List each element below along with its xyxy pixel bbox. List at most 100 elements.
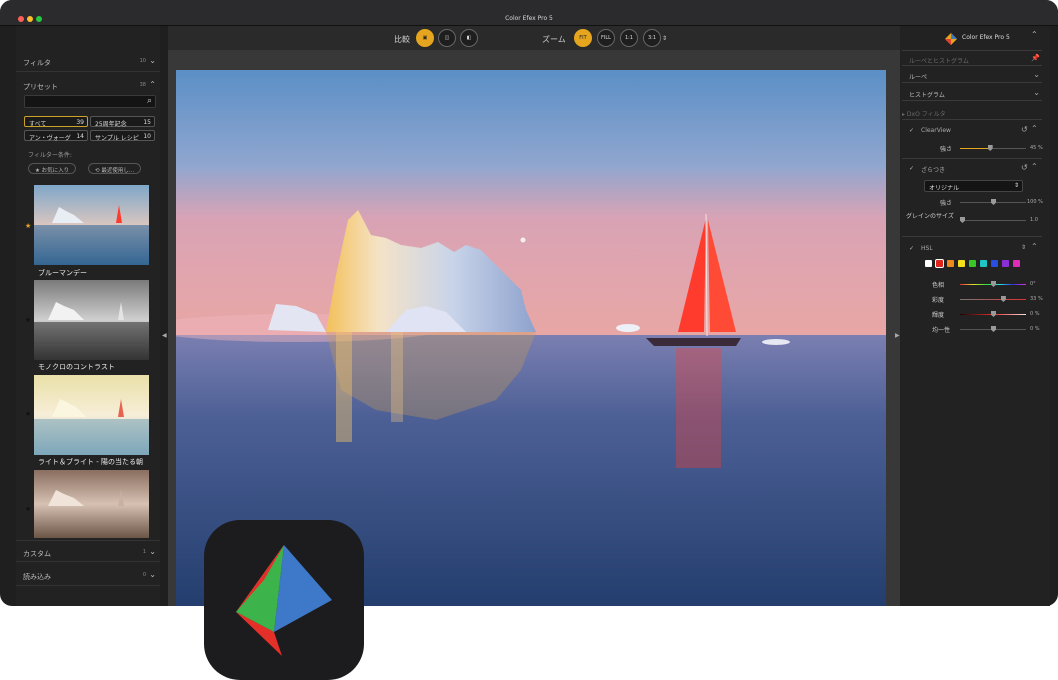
compare-single-button[interactable]: ▣ — [416, 29, 434, 47]
divider — [902, 158, 1042, 159]
grain-strength-label: 強さ — [940, 200, 953, 207]
grain-strength-slider[interactable] — [960, 199, 1026, 205]
category-25th[interactable]: 25周年記念 15 — [90, 116, 155, 128]
compare-label: 比較 — [394, 35, 410, 44]
preset-thumbnail[interactable] — [34, 185, 149, 265]
loupe-row[interactable]: ルーペ ⌄ — [902, 67, 1042, 83]
collapse-panel-icon[interactable]: ⌃ — [1031, 30, 1038, 39]
select-arrows-icon: ⇕ — [1013, 182, 1019, 189]
favorites-filter-button[interactable]: ★ お気に入り — [28, 163, 77, 174]
window-title: Color Efex Pro 5 — [505, 15, 553, 22]
histogram-row[interactable]: ヒストグラム ⌄ — [902, 85, 1042, 101]
loupe-histogram-label: ルーペとヒストグラム — [909, 58, 969, 65]
chevron-down-icon: ⌄ — [149, 570, 156, 579]
category-count: 14 — [76, 133, 84, 140]
zoom-stepper-icon[interactable]: ⇕ — [662, 35, 667, 42]
grain-toggle-checkbox[interactable]: ✓ — [909, 165, 914, 172]
hsl-toggle-checkbox[interactable]: ✓ — [909, 245, 914, 252]
preset-thumbnail[interactable] — [34, 470, 149, 538]
hsl-row-slider[interactable] — [960, 296, 1026, 302]
hsl-swatch[interactable] — [1002, 260, 1009, 267]
reset-icon[interactable]: ↺ — [1021, 163, 1028, 172]
hsl-row-slider[interactable] — [960, 311, 1026, 317]
compare-split-button[interactable]: ◫ — [438, 29, 456, 47]
collapse-left-panel-icon[interactable]: ◀ — [162, 332, 167, 339]
hsl-row-slider[interactable] — [960, 281, 1026, 287]
hsl-swatch[interactable] — [969, 260, 976, 267]
hsl-row-value: 0° — [1030, 281, 1036, 287]
clearview-name: ClearView — [921, 127, 951, 134]
compare-side-button[interactable]: ◧ — [460, 29, 478, 47]
category-count: 39 — [76, 119, 84, 126]
hsl-swatch[interactable] — [958, 260, 965, 267]
category-en-vogue[interactable]: アン・ヴォーグ 14 — [24, 130, 88, 142]
chevron-down-icon: ⌄ — [149, 56, 156, 65]
hsl-row-label: 色相 — [932, 282, 945, 289]
recent-filter-button[interactable]: ⟲ 最近使用し… — [88, 163, 142, 174]
hsl-name: HSL — [921, 245, 933, 252]
category-sample-recipes[interactable]: サンプル レシピ 10 — [90, 130, 155, 142]
zoom-fill-button[interactable]: FILL — [597, 29, 615, 47]
preset-thumbnail[interactable] — [34, 280, 149, 360]
chevron-up-icon[interactable]: ⌃ — [1031, 242, 1038, 251]
custom-count: 1 — [142, 549, 146, 555]
hsl-row-value: 0 % — [1030, 311, 1040, 317]
divider — [902, 236, 1042, 237]
grain-size-label: グレインのサイズ — [906, 213, 954, 220]
grain-preset-select[interactable]: オリジナル ⇕ — [924, 180, 1023, 192]
filter-count: 10 — [139, 58, 146, 64]
hsl-swatch[interactable] — [980, 260, 987, 267]
search-icon: ⌕ — [146, 96, 152, 106]
hsl-row-label: 均一性 — [932, 327, 951, 334]
favorite-star-icon[interactable]: ★ — [25, 505, 31, 513]
loupe-histogram-row[interactable]: ルーペとヒストグラム 📌 — [902, 50, 1042, 66]
import-section-header[interactable]: 読み込み 0 ⌄ — [16, 564, 160, 586]
clearview-toggle-checkbox[interactable]: ✓ — [909, 127, 914, 134]
loupe-label: ルーペ — [909, 74, 928, 81]
chevron-up-icon[interactable]: ⌃ — [1031, 124, 1038, 133]
zoom-1-1-button[interactable]: 1:1 — [620, 29, 638, 47]
clearview-strength-label: 強さ — [940, 146, 953, 153]
hsl-row-label: 彩度 — [932, 297, 945, 304]
dxo-filter-row[interactable]: ▸ DxO フィルタ — [902, 104, 1042, 120]
hsl-swatch[interactable] — [947, 260, 954, 267]
category-all[interactable]: すべて 39 — [24, 116, 88, 128]
hsl-row-slider[interactable] — [960, 326, 1026, 332]
grain-strength-value: 100 % — [1027, 199, 1043, 205]
app-icon — [204, 520, 364, 680]
pin-icon[interactable]: 📌 — [1031, 54, 1040, 62]
import-count: 0 — [142, 572, 146, 578]
dxo-filter-text: DxO フィルタ — [906, 111, 946, 118]
hsl-swatch[interactable] — [925, 260, 932, 267]
brand-logo-icon — [945, 30, 957, 45]
favorite-star-icon[interactable]: ★ — [25, 222, 31, 230]
preset-thumbnail[interactable] — [34, 375, 149, 455]
chevron-down-icon: ⌄ — [1033, 88, 1040, 97]
zoom-3-1-button[interactable]: 3:1 — [643, 29, 661, 47]
custom-section-header[interactable]: カスタム 1 ⌄ — [16, 540, 160, 562]
collapse-right-panel-icon[interactable]: ▶ — [895, 332, 900, 339]
chevron-up-icon[interactable]: ⌃ — [1031, 162, 1038, 171]
dxo-filter-label: ▸ DxO フィルタ — [902, 111, 946, 118]
category-label: すべて — [29, 121, 47, 128]
hsl-swatch[interactable] — [1013, 260, 1020, 267]
hsl-swatch[interactable] — [991, 260, 998, 267]
filter-condition-label: フィルター条件: — [28, 152, 72, 159]
reset-icon[interactable]: ↺ — [1021, 125, 1028, 134]
zoom-fit-button[interactable]: FIT — [574, 29, 592, 47]
favorite-star-icon[interactable]: ★ — [25, 410, 31, 418]
hsl-swatch[interactable] — [935, 259, 944, 268]
filter-label: フィルタ — [23, 59, 51, 67]
category-count: 15 — [143, 119, 151, 126]
presets-section-header[interactable]: プリセット 38 ⌃ — [16, 74, 160, 96]
view-toolbar: 比較 ▣ ◫ ◧ ズーム FIT FILL 1:1 3:1 ⇕ — [168, 26, 900, 50]
presets-count: 38 — [139, 82, 146, 88]
category-label: 25周年記念 — [95, 121, 127, 128]
preset-search-input[interactable]: ⌕ — [24, 95, 156, 108]
stepper-icon[interactable]: ⇕ — [1021, 244, 1026, 251]
clearview-strength-slider[interactable] — [960, 145, 1026, 151]
filter-section-header[interactable]: フィルタ 10 ⌄ — [16, 50, 160, 72]
grain-size-value: 1.0 — [1030, 217, 1038, 223]
grain-size-slider[interactable] — [960, 217, 1026, 223]
favorite-star-icon[interactable]: ★ — [25, 316, 31, 324]
